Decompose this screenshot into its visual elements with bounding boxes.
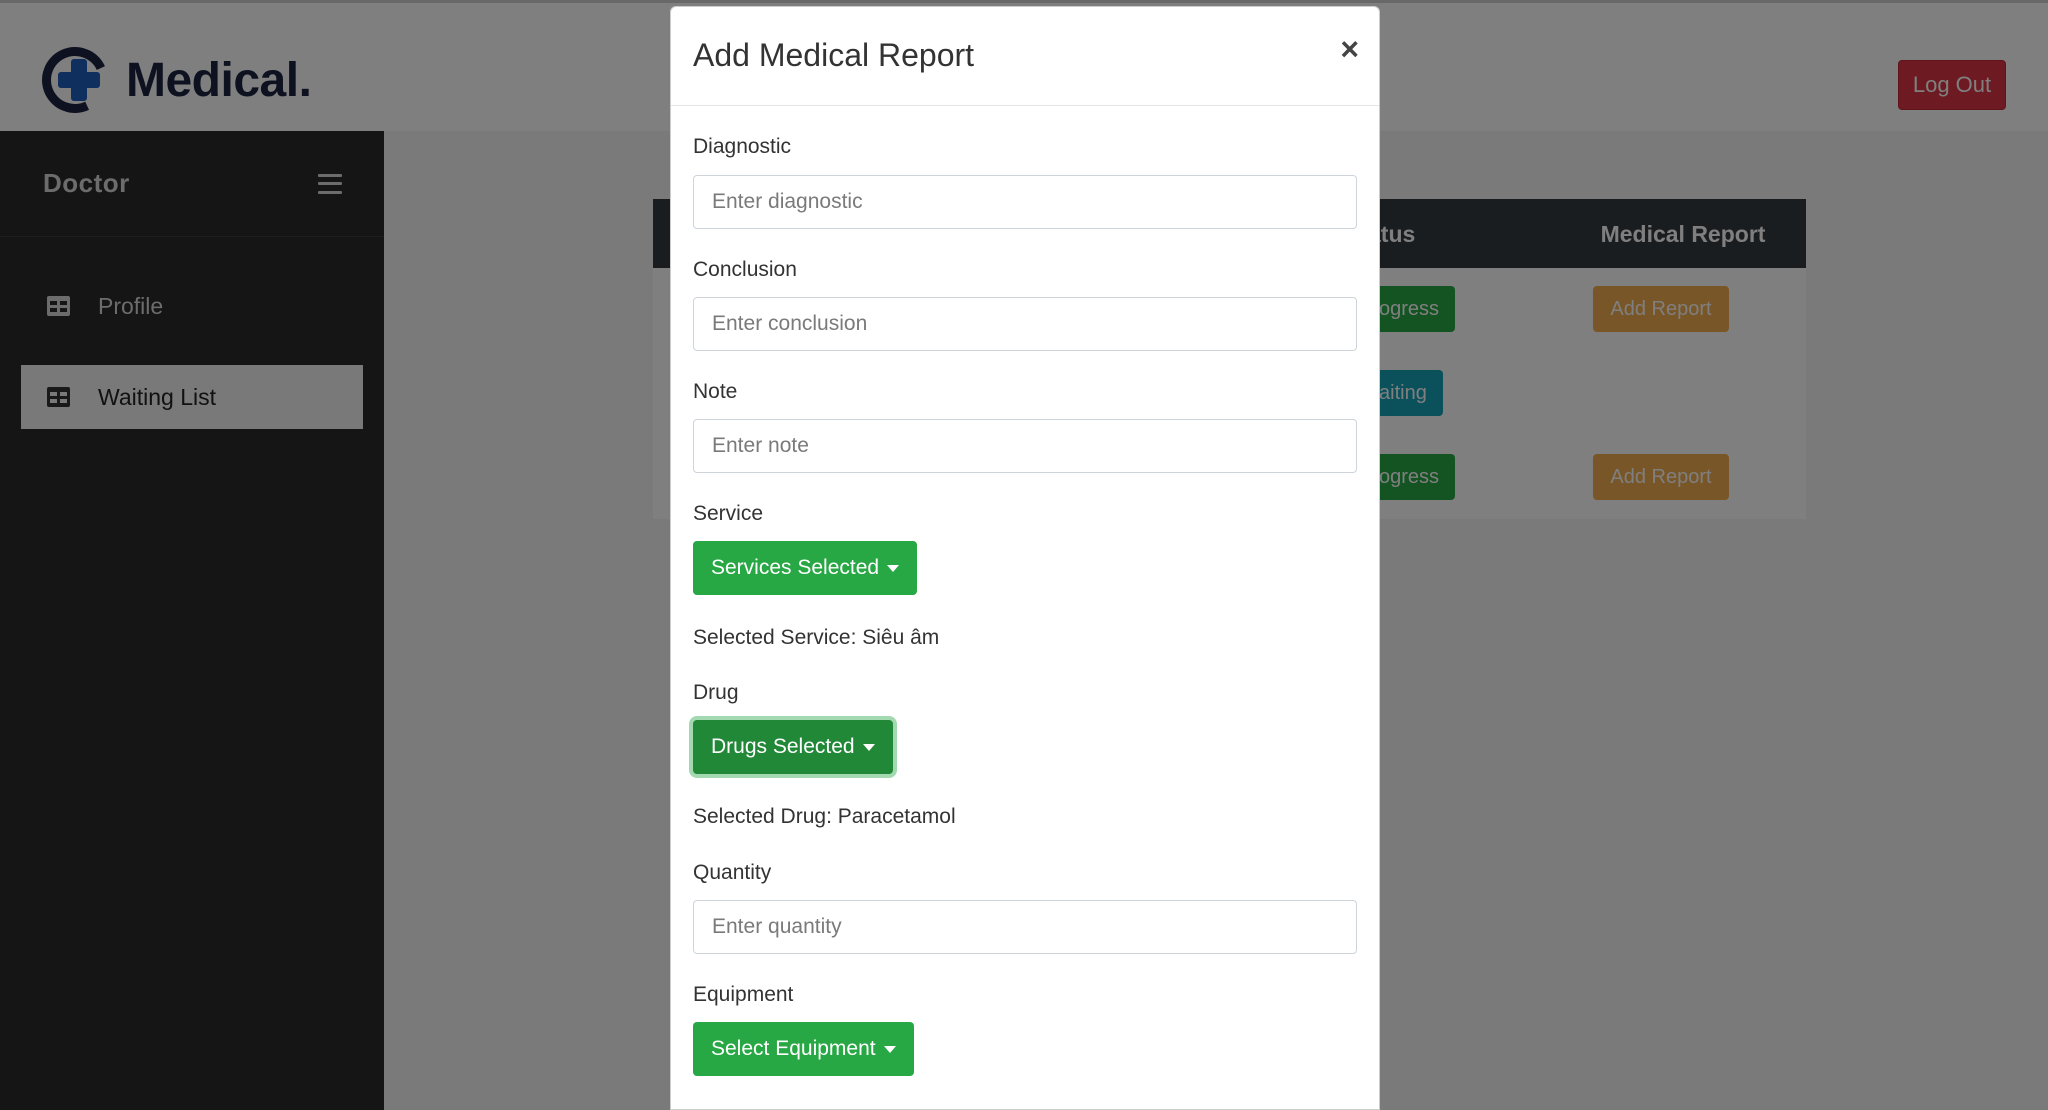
- equipment-dropdown-label: Select Equipment: [711, 1037, 876, 1060]
- modal-title: Add Medical Report: [693, 37, 975, 73]
- quantity-input[interactable]: [693, 900, 1357, 954]
- add-medical-report-modal: Add Medical Report × Diagnostic Conclusi…: [670, 6, 1380, 1110]
- drugs-dropdown-label: Drugs Selected: [711, 735, 855, 758]
- conclusion-label: Conclusion: [693, 258, 797, 281]
- caret-down-icon: [862, 743, 875, 751]
- caret-down-icon: [883, 1045, 896, 1053]
- services-dropdown-button[interactable]: Services Selected: [693, 541, 918, 595]
- close-icon[interactable]: ×: [1340, 31, 1359, 68]
- diagnostic-input[interactable]: [693, 175, 1357, 229]
- diagnostic-label: Diagnostic: [693, 135, 792, 158]
- note-input[interactable]: [693, 419, 1357, 473]
- conclusion-input[interactable]: [693, 297, 1357, 351]
- selected-drug-text: Selected Drug: Paracetamol: [693, 805, 956, 828]
- note-label: Note: [693, 380, 738, 403]
- caret-down-icon: [887, 564, 900, 572]
- selected-service-text: Selected Service: Siêu âm: [693, 626, 940, 649]
- drugs-dropdown-button[interactable]: Drugs Selected: [693, 720, 893, 774]
- drug-label: Drug: [693, 681, 739, 704]
- equipment-label: Equipment: [693, 983, 794, 1006]
- equipment-dropdown-button[interactable]: Select Equipment: [693, 1022, 914, 1076]
- service-label: Service: [693, 502, 764, 525]
- modal-header: Add Medical Report ×: [671, 7, 1379, 106]
- quantity-label: Quantity: [693, 861, 772, 884]
- services-dropdown-label: Services Selected: [711, 556, 880, 579]
